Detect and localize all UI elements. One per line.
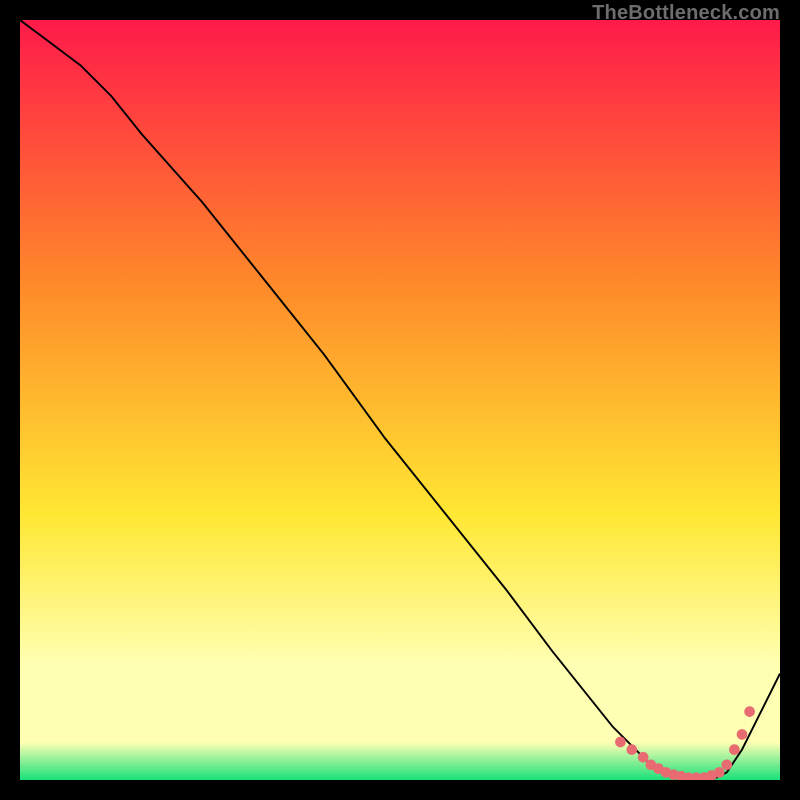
dot <box>714 767 725 778</box>
dot <box>729 744 740 755</box>
background-gradient <box>20 20 780 780</box>
dot <box>744 706 755 717</box>
chart-plot <box>20 20 780 780</box>
dot <box>721 759 732 770</box>
dot <box>626 744 637 755</box>
chart-container: TheBottleneck.com <box>0 0 800 800</box>
dot <box>638 752 649 763</box>
dot <box>615 737 626 748</box>
dot <box>737 729 748 740</box>
